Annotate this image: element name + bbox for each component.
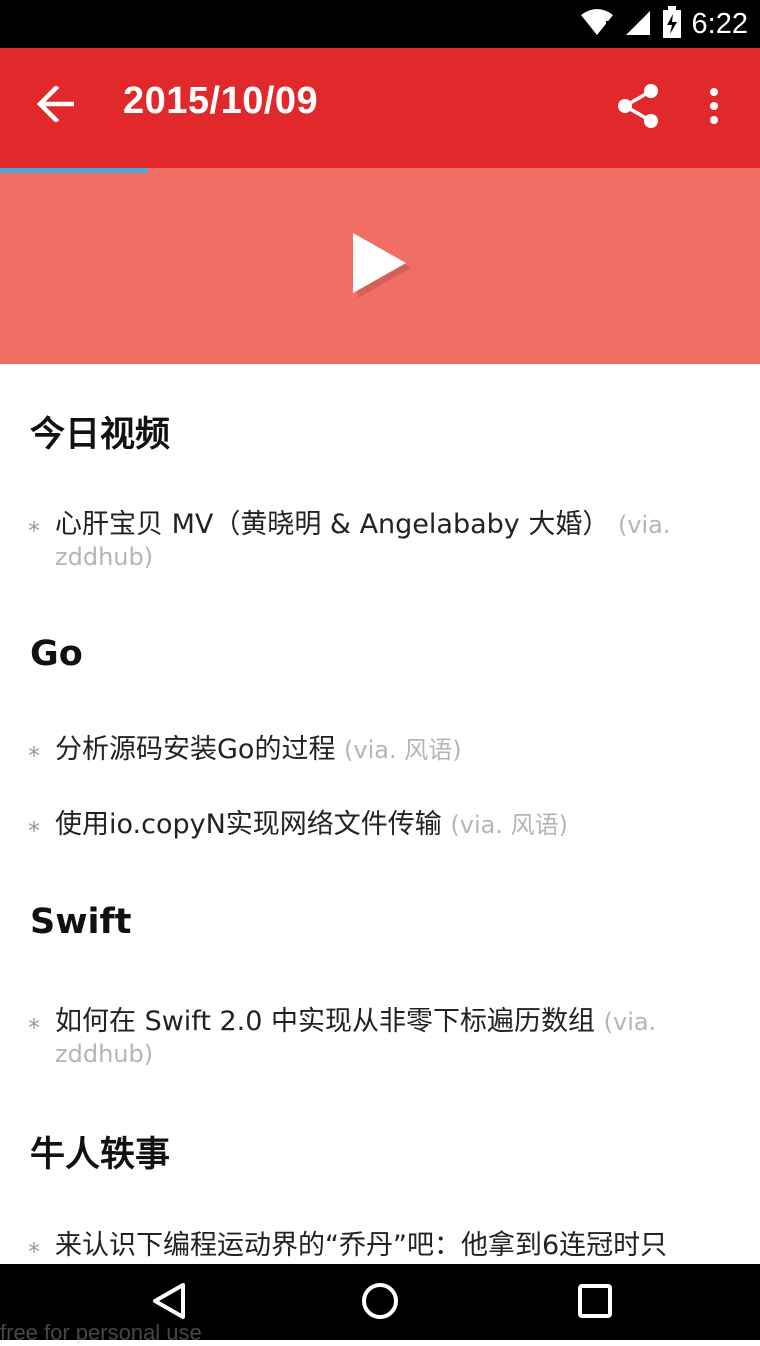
watermark: free for personal use: [0, 1320, 202, 1345]
status-icons: 6:22: [580, 0, 748, 48]
back-button[interactable]: [26, 76, 86, 136]
signal-icon: [624, 7, 652, 41]
play-icon: [350, 233, 414, 304]
loading-progress-bar: [0, 168, 148, 173]
wifi-icon: [580, 7, 614, 41]
app-bar: 2015/10/09: [0, 48, 760, 168]
section-heading: 今日视频: [30, 415, 171, 455]
list-item[interactable]: * 分析源码安装Go的过程 (via. 风语): [28, 734, 708, 770]
status-time: 6:22: [691, 7, 748, 40]
item-link[interactable]: 来认识下编程运动界的“乔丹”吧：他拿到6连冠时只: [55, 1230, 667, 1261]
more-options-button[interactable]: [690, 78, 738, 138]
bullet: *: [28, 742, 40, 770]
circle-home-icon: [360, 1281, 400, 1325]
section-heading: Go: [30, 634, 83, 674]
bullet: *: [28, 517, 40, 545]
item-link[interactable]: 如何在 Swift 2.0 中实现从非零下标遍历数组: [55, 1006, 595, 1037]
square-recents-icon: [577, 1283, 613, 1323]
item-via: (via. 风语): [344, 736, 462, 764]
play-button[interactable]: [350, 230, 414, 300]
nav-home-button[interactable]: [355, 1278, 405, 1328]
list-item[interactable]: * 心肝宝贝 MV（黄晓明 & Angelababy 大婚） (via. zdd…: [28, 509, 708, 573]
list-item[interactable]: * 如何在 Swift 2.0 中实现从非零下标遍历数组 (via. zddhu…: [28, 1006, 708, 1070]
list-item[interactable]: * 来认识下编程运动界的“乔丹”吧：他拿到6连冠时只: [28, 1230, 708, 1266]
item-link[interactable]: 使用io.copyN实现网络文件传输: [55, 809, 442, 840]
item-link[interactable]: 分析源码安装Go的过程: [55, 734, 335, 765]
page-title: 2015/10/09: [123, 80, 319, 122]
arrow-back-icon: [36, 84, 76, 126]
battery-icon: [662, 6, 682, 42]
item-via: (via. 风语): [450, 811, 568, 839]
bullet: *: [28, 1014, 40, 1042]
nav-recents-button[interactable]: [570, 1278, 620, 1328]
section-heading: 牛人轶事: [30, 1135, 171, 1175]
item-link[interactable]: 心肝宝贝 MV（黄晓明 & Angelababy 大婚）: [55, 509, 609, 540]
triangle-back-icon: [151, 1282, 187, 1324]
section-heading: Swift: [30, 902, 132, 942]
more-vert-icon: [709, 88, 719, 128]
list-item[interactable]: * 使用io.copyN实现网络文件传输 (via. 风语): [28, 809, 708, 845]
video-banner[interactable]: [0, 168, 760, 364]
bullet: *: [28, 817, 40, 845]
status-bar: 6:22: [0, 0, 760, 48]
share-button[interactable]: [608, 78, 668, 138]
share-icon: [617, 84, 659, 132]
